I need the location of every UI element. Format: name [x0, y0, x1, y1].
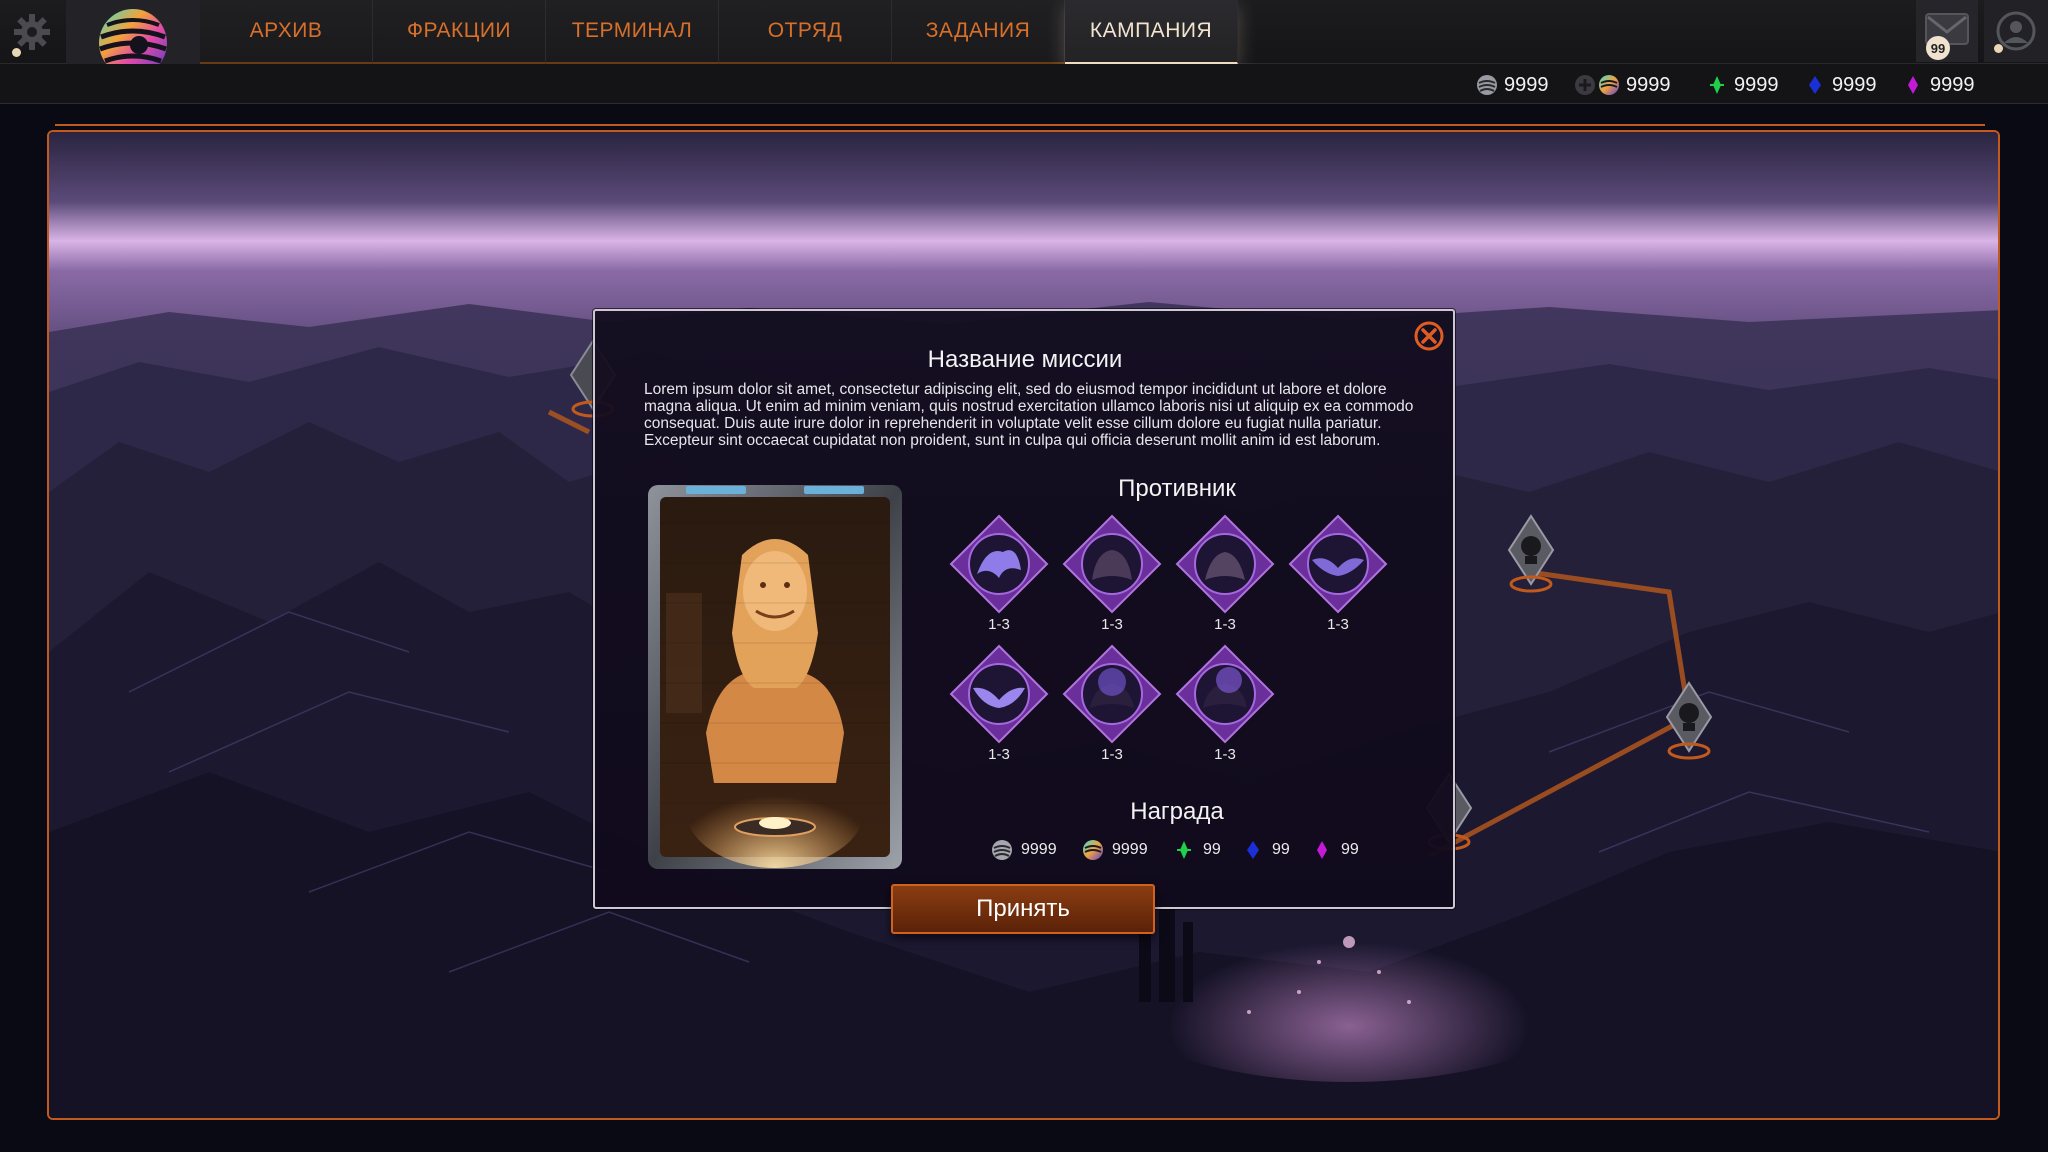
tab-campaign[interactable]: КАМПАНИЯ	[1065, 0, 1238, 64]
reward-rainbow-coins: 9999	[1082, 837, 1148, 863]
mail-count-badge: 99	[1926, 36, 1950, 60]
resource-value: 9999	[1832, 73, 1877, 96]
enemy-beast-icon	[1175, 514, 1275, 614]
green-crystal-icon	[1710, 76, 1724, 94]
mission-description: Lorem ipsum dolor sit amet, consectetur …	[644, 381, 1414, 449]
resource-purple-crystals: 9999	[1902, 72, 1975, 98]
reward-value: 9999	[1021, 841, 1057, 858]
tab-tasks[interactable]: ЗАДАНИЯ	[892, 0, 1065, 64]
enemy-level: 1-3	[988, 616, 1010, 633]
blue-crystal-icon	[1247, 841, 1259, 859]
enemy-card[interactable]: 1-3	[1169, 644, 1281, 772]
reward-value: 99	[1272, 841, 1290, 858]
enemy-bat-icon	[949, 644, 1049, 744]
reward-metal-coins: 9999	[991, 837, 1057, 863]
enemy-card[interactable]: 1-3	[943, 644, 1055, 772]
purple-crystal-icon	[1317, 841, 1327, 859]
reward-purple-crystals: 99	[1311, 837, 1359, 863]
resource-bar: 9999 9999 9999 9999 9999	[0, 64, 2048, 104]
enemy-beast-icon	[1062, 514, 1162, 614]
resource-rainbow-coins: 9999	[1574, 72, 1671, 98]
enemy-level: 1-3	[1214, 616, 1236, 633]
settings-notification-dot	[12, 48, 21, 57]
resource-value: 9999	[1504, 73, 1549, 96]
top-bar: АРХИВ ФРАКЦИИ ТЕРМИНАЛ ОТРЯД ЗАДАНИЯ КАМ…	[0, 0, 2048, 77]
tab-factions[interactable]: ФРАКЦИИ	[373, 0, 546, 64]
enemy-card[interactable]: 1-3	[1169, 514, 1281, 642]
reward-blue-crystals: 99	[1242, 837, 1290, 863]
enemy-card[interactable]: 1-3	[1282, 514, 1394, 642]
enemy-card[interactable]: 1-3	[943, 514, 1055, 642]
enemy-level: 1-3	[1101, 616, 1123, 633]
npc-portrait	[646, 483, 904, 871]
accept-button[interactable]: Принять	[891, 884, 1155, 934]
enemy-section-title: Противник	[1118, 475, 1236, 502]
metal-coin-icon	[1477, 75, 1497, 95]
add-currency-icon[interactable]	[1574, 74, 1596, 96]
profile-notification-dot	[1994, 44, 2003, 53]
gear-icon	[14, 14, 50, 50]
resource-value: 9999	[1626, 73, 1671, 96]
green-crystal-icon	[1177, 841, 1191, 859]
rainbow-coin-icon	[1083, 840, 1103, 860]
resource-blue-crystals: 9999	[1804, 72, 1877, 98]
mission-dialog: Название миссии Lorem ipsum dolor sit am…	[593, 309, 1455, 909]
mail-button[interactable]: 99	[1916, 0, 1978, 62]
reward-value: 9999	[1112, 841, 1148, 858]
metal-coin-icon	[992, 840, 1012, 860]
reward-value: 99	[1341, 841, 1359, 858]
game-screen: АРХИВ ФРАКЦИИ ТЕРМИНАЛ ОТРЯД ЗАДАНИЯ КАМ…	[0, 0, 2048, 1152]
map-top-rule	[55, 124, 1985, 126]
resource-metal-coins: 9999	[1476, 72, 1549, 98]
enemy-level: 1-3	[1101, 746, 1123, 763]
settings-button[interactable]	[12, 12, 52, 57]
enemy-card[interactable]: 1-3	[1056, 644, 1168, 772]
blue-crystal-icon	[1809, 76, 1821, 94]
reward-section-title: Награда	[1130, 798, 1224, 825]
enemy-level: 1-3	[1214, 746, 1236, 763]
enemy-wolf-icon	[949, 514, 1049, 614]
tab-archive[interactable]: АРХИВ	[200, 0, 373, 64]
resource-value: 9999	[1734, 73, 1779, 96]
enemy-bat-icon	[1288, 514, 1388, 614]
enemy-level: 1-3	[1327, 616, 1349, 633]
rainbow-coin-icon	[1599, 75, 1619, 95]
main-nav-tabs: АРХИВ ФРАКЦИИ ТЕРМИНАЛ ОТРЯД ЗАДАНИЯ КАМ…	[200, 0, 1238, 64]
reward-value: 99	[1203, 841, 1221, 858]
enemy-hound-icon	[1062, 644, 1162, 744]
resource-green-crystals: 9999	[1706, 72, 1779, 98]
resource-value: 9999	[1930, 73, 1975, 96]
enemy-hound-icon	[1175, 644, 1275, 744]
tab-squad[interactable]: ОТРЯД	[719, 0, 892, 64]
tab-terminal[interactable]: ТЕРМИНАЛ	[546, 0, 719, 64]
profile-button[interactable]	[1984, 0, 2048, 62]
hologram-girl-portrait	[648, 485, 902, 869]
enemy-card[interactable]: 1-3	[1056, 514, 1168, 642]
mission-title: Название миссии	[927, 346, 1123, 373]
enemy-level: 1-3	[988, 746, 1010, 763]
purple-crystal-icon	[1908, 76, 1918, 94]
reward-green-crystals: 99	[1173, 837, 1221, 863]
